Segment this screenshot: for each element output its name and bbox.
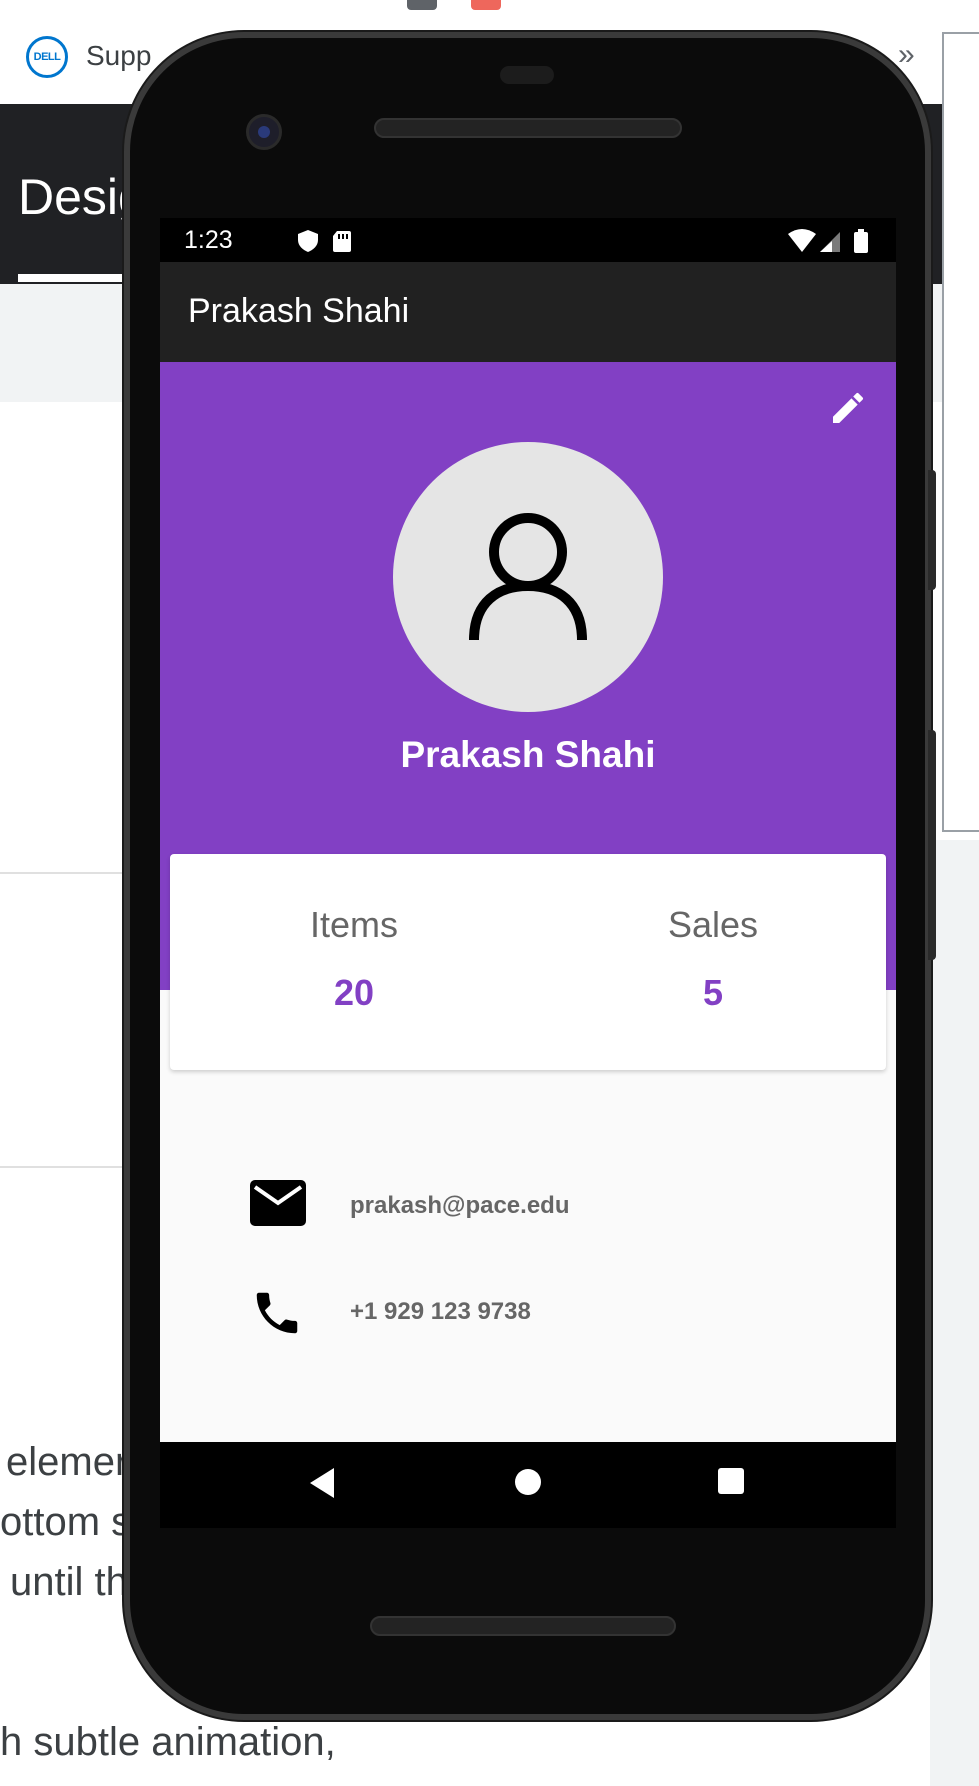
email-text: prakash@pace.edu — [350, 1192, 570, 1219]
navigation-bar — [160, 1442, 896, 1528]
stat-items[interactable]: Items 20 — [204, 904, 504, 1014]
home-button[interactable] — [512, 1466, 544, 1503]
paragraph-line: ottom s — [0, 1500, 132, 1544]
profile-name: Prakash Shahi — [400, 734, 656, 775]
paragraph-line: elemer — [6, 1440, 129, 1484]
recents-button[interactable] — [716, 1466, 746, 1501]
person-icon — [469, 513, 587, 641]
paragraph-line: h subtle animation, — [0, 1720, 336, 1764]
back-button[interactable] — [308, 1466, 336, 1505]
email-row[interactable]: prakash@pace.edu — [250, 1180, 850, 1240]
edit-button[interactable] — [828, 388, 868, 428]
dell-logo-icon[interactable]: DELL — [26, 36, 68, 78]
bookmark-label[interactable]: Supp — [86, 40, 151, 72]
side-panel — [942, 32, 979, 832]
email-icon — [250, 1180, 306, 1226]
screen-root: DELL Supp » Desig elemer ottom s until t… — [0, 0, 979, 1786]
divider — [0, 1166, 140, 1168]
wifi-icon — [788, 229, 816, 252]
app-screen: 1:23 Prakash Shahi Prakash Shahi Items 2… — [160, 218, 896, 1442]
camera-icon — [246, 114, 282, 150]
tab-favicon[interactable] — [471, 0, 501, 10]
volume-button — [928, 470, 936, 590]
stat-sales[interactable]: Sales 5 — [563, 904, 863, 1014]
phone-text: +1 929 123 9738 — [350, 1298, 531, 1325]
app-bar: Prakash Shahi — [160, 262, 896, 362]
speaker-grille — [374, 118, 682, 138]
stat-label: Sales — [667, 904, 759, 945]
app-bar-title: Prakash Shahi — [188, 292, 410, 330]
battery-icon — [854, 232, 868, 253]
paragraph-line: until th — [10, 1560, 128, 1604]
status-bar: 1:23 — [160, 218, 896, 262]
divider — [0, 872, 140, 874]
shield-icon — [298, 230, 318, 252]
status-time: 1:23 — [184, 226, 233, 254]
avatar[interactable] — [393, 442, 663, 712]
stat-value: 5 — [702, 972, 724, 1013]
pencil-icon — [833, 392, 864, 423]
active-tab-indicator — [18, 274, 138, 282]
phone-row[interactable]: +1 929 123 9738 — [250, 1286, 850, 1346]
back-icon — [310, 1468, 334, 1498]
proximity-sensor — [500, 66, 554, 84]
tab-favicon[interactable] — [407, 0, 437, 10]
recents-icon — [718, 1468, 744, 1494]
home-icon — [515, 1469, 541, 1495]
stat-label: Items — [309, 904, 398, 945]
speaker-grille — [370, 1616, 676, 1636]
stats-card: Items 20 Sales 5 — [170, 854, 886, 1070]
stat-value: 20 — [333, 972, 375, 1013]
power-button — [928, 730, 936, 960]
tab-strip-icons — [407, 0, 503, 10]
bookmarks-overflow-button[interactable]: » — [898, 38, 915, 72]
scrollbar-track[interactable] — [930, 840, 979, 1786]
phone-icon — [256, 1292, 298, 1334]
